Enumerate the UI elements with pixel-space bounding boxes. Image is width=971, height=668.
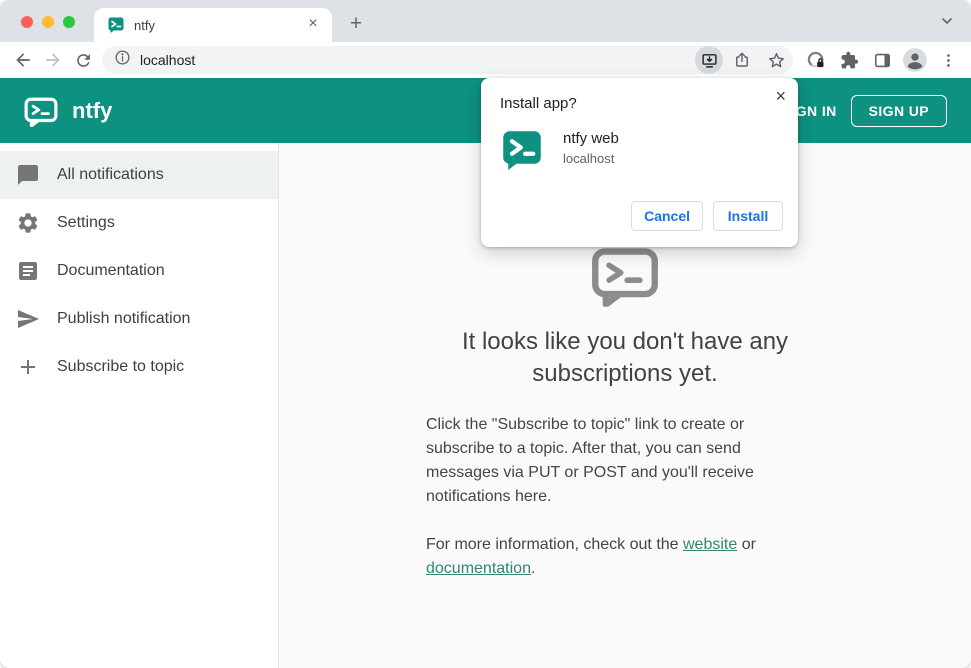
install-button[interactable]: Install [713, 201, 783, 231]
ntfy-favicon [108, 17, 124, 33]
close-window-button[interactable] [21, 16, 33, 28]
fullscreen-window-button[interactable] [63, 16, 75, 28]
more-info-text: For more information, check out the [426, 536, 683, 554]
browser-tab-ntfy[interactable]: ntfy × [94, 8, 332, 42]
sidebar-item-label: All notifications [57, 166, 164, 183]
dialog-close-icon[interactable]: × [775, 86, 786, 107]
password-manager-extension-icon[interactable] [801, 45, 831, 75]
send-icon [18, 310, 39, 328]
tab-search-chevron-icon[interactable] [939, 13, 955, 34]
site-info-icon[interactable] [114, 49, 131, 71]
sidebar-item-settings[interactable]: Settings [0, 199, 278, 247]
traffic-lights [21, 16, 75, 28]
back-button[interactable] [8, 45, 38, 75]
cancel-button[interactable]: Cancel [631, 201, 703, 231]
dialog-app-name: ntfy web [563, 130, 619, 147]
more-info-text: . [530, 560, 536, 578]
install-icon [701, 53, 717, 68]
empty-state: It looks like you don't have any subscri… [424, 247, 826, 581]
reload-button[interactable] [68, 45, 98, 75]
new-tab-button[interactable]: + [342, 10, 370, 38]
empty-state-heading: It looks like you don't have any subscri… [461, 328, 789, 387]
dialog-app-origin: localhost [563, 151, 615, 166]
gear-icon [18, 213, 38, 233]
empty-state-more-info: For more information, check out the webs… [426, 533, 788, 581]
brand-title: ntfy [72, 97, 113, 123]
plus-icon [21, 360, 35, 374]
sidebar-item-label: Documentation [57, 262, 165, 279]
more-info-text: or [737, 536, 756, 554]
forward-button[interactable] [38, 45, 68, 75]
documentation-link[interactable]: documentation [426, 560, 531, 577]
sidebar-item-label: Subscribe to topic [57, 358, 185, 375]
article-icon [19, 262, 37, 280]
sidebar-item-subscribe-to-topic[interactable]: Subscribe to topic [0, 343, 278, 391]
browser-toolbar: localhost [0, 42, 971, 78]
extensions-puzzle-icon[interactable] [834, 45, 864, 75]
sidebar: All notifications Settings Documentation… [0, 143, 279, 668]
bookmark-star-button[interactable] [761, 45, 791, 75]
dialog-title: Install app? [500, 95, 577, 112]
sign-up-button[interactable]: SIGN UP [850, 94, 947, 127]
sidebar-item-label: Publish notification [57, 310, 191, 327]
side-panel-icon[interactable] [867, 45, 897, 75]
sidebar-item-documentation[interactable]: Documentation [0, 247, 278, 295]
address-bar[interactable]: localhost [102, 46, 793, 74]
install-app-button[interactable] [695, 46, 723, 74]
sidebar-item-all-notifications[interactable]: All notifications [0, 151, 278, 199]
browser-menu-kebab-icon[interactable] [933, 45, 963, 75]
empty-state-description: Click the "Subscribe to topic" link to c… [426, 416, 754, 506]
chat-icon [18, 165, 38, 185]
browser-window: ntfy × + localhost ntfy SIGN IN SIGN UP … [0, 0, 971, 668]
tab-title: ntfy [134, 17, 155, 33]
tab-close-icon[interactable]: × [304, 16, 322, 34]
sidebar-item-publish-notification[interactable]: Publish notification [0, 295, 278, 343]
tab-strip: ntfy × + [0, 0, 971, 42]
sidebar-item-label: Settings [57, 214, 115, 231]
share-button[interactable] [727, 45, 757, 75]
url-text: localhost [140, 52, 196, 68]
ntfy-logo-gray-icon [591, 247, 659, 307]
website-link[interactable]: website [683, 536, 737, 553]
profile-avatar[interactable] [900, 45, 930, 75]
minimize-window-button[interactable] [42, 16, 54, 28]
install-app-dialog: Install app? × ntfy web localhost Cancel… [481, 78, 798, 247]
ntfy-app-icon [502, 128, 542, 172]
ntfy-logo-icon [24, 97, 58, 127]
